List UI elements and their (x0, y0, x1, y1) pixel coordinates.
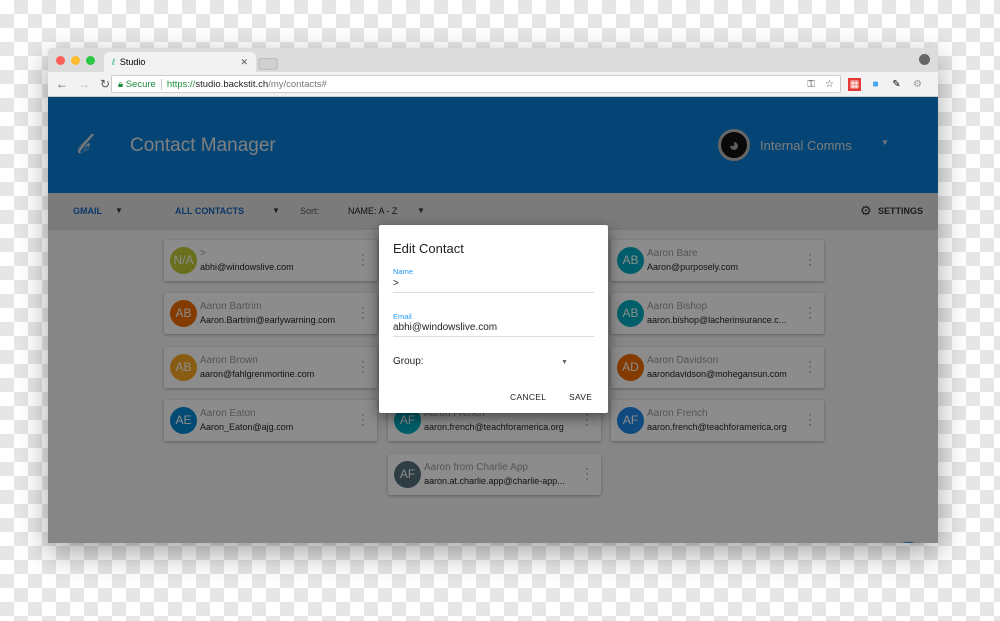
paint-extension-icon[interactable]: ■ (869, 78, 882, 91)
url-input[interactable]: 🔒︎ Secure https://studio.backstit.ch/my/… (111, 75, 841, 93)
name-label: Name (393, 267, 414, 276)
calendar-extension-icon[interactable]: ▦ (848, 78, 861, 91)
profile-icon[interactable] (919, 54, 930, 65)
favicon-icon: ℓ (112, 57, 115, 67)
edit-contact-dialog: Edit Contact Name > Email abhi@windowsli… (379, 225, 608, 413)
url-scheme: https:// (166, 78, 196, 90)
maximize-window-button[interactable] (86, 56, 95, 65)
close-tab-icon[interactable]: ✕ (240, 57, 248, 68)
dialog-title: Edit Contact (393, 241, 464, 256)
url-path: /my/contacts# (268, 78, 327, 90)
group-dropdown-icon[interactable]: ▼ (561, 359, 568, 366)
url-host: studio.backstit.ch (195, 78, 269, 90)
app: 𝒷 Contact Manager ◕ Internal Comms ▼ GMA… (48, 97, 938, 543)
back-icon[interactable]: ← (56, 77, 68, 91)
gear-extension-icon[interactable]: ⚙ (911, 78, 924, 91)
key-icon[interactable]: ⚿ (807, 79, 815, 90)
window-controls (56, 56, 95, 65)
extensions: ▦ ■ ✎ ⚙ ⋮ (848, 78, 938, 91)
bookmark-star-icon[interactable]: ☆ (825, 79, 834, 90)
cancel-button[interactable]: CANCEL (510, 392, 546, 402)
tab-bar: ℓ Studio ✕ (48, 48, 938, 72)
address-bar-row: ← → ↻ 🔒︎ Secure https://studio.backstit.… (48, 72, 938, 97)
stitch-extension-icon[interactable]: ✎ (890, 78, 903, 91)
forward-icon[interactable]: → (78, 77, 90, 91)
lock-icon: 🔒︎ (118, 78, 124, 90)
minimize-window-button[interactable] (71, 56, 80, 65)
menu-kebab-icon[interactable]: ⋮ (932, 78, 939, 91)
group-label: Group: (393, 356, 424, 367)
save-button[interactable]: SAVE (569, 392, 592, 402)
browser-window: ℓ Studio ✕ ← → ↻ 🔒︎ Secure https://studi… (48, 48, 938, 543)
email-field[interactable]: abhi@windowslive.com (393, 322, 594, 337)
reload-icon[interactable]: ↻ (100, 77, 110, 91)
close-window-button[interactable] (56, 56, 65, 65)
new-tab-button[interactable] (258, 58, 278, 70)
secure-label: Secure (125, 78, 156, 90)
name-field[interactable]: > (393, 278, 594, 293)
email-label: Email (393, 312, 412, 321)
secure-indicator: 🔒︎ Secure (118, 78, 162, 90)
tab-title: Studio (119, 57, 146, 67)
browser-tab[interactable]: ℓ Studio ✕ (104, 52, 256, 72)
